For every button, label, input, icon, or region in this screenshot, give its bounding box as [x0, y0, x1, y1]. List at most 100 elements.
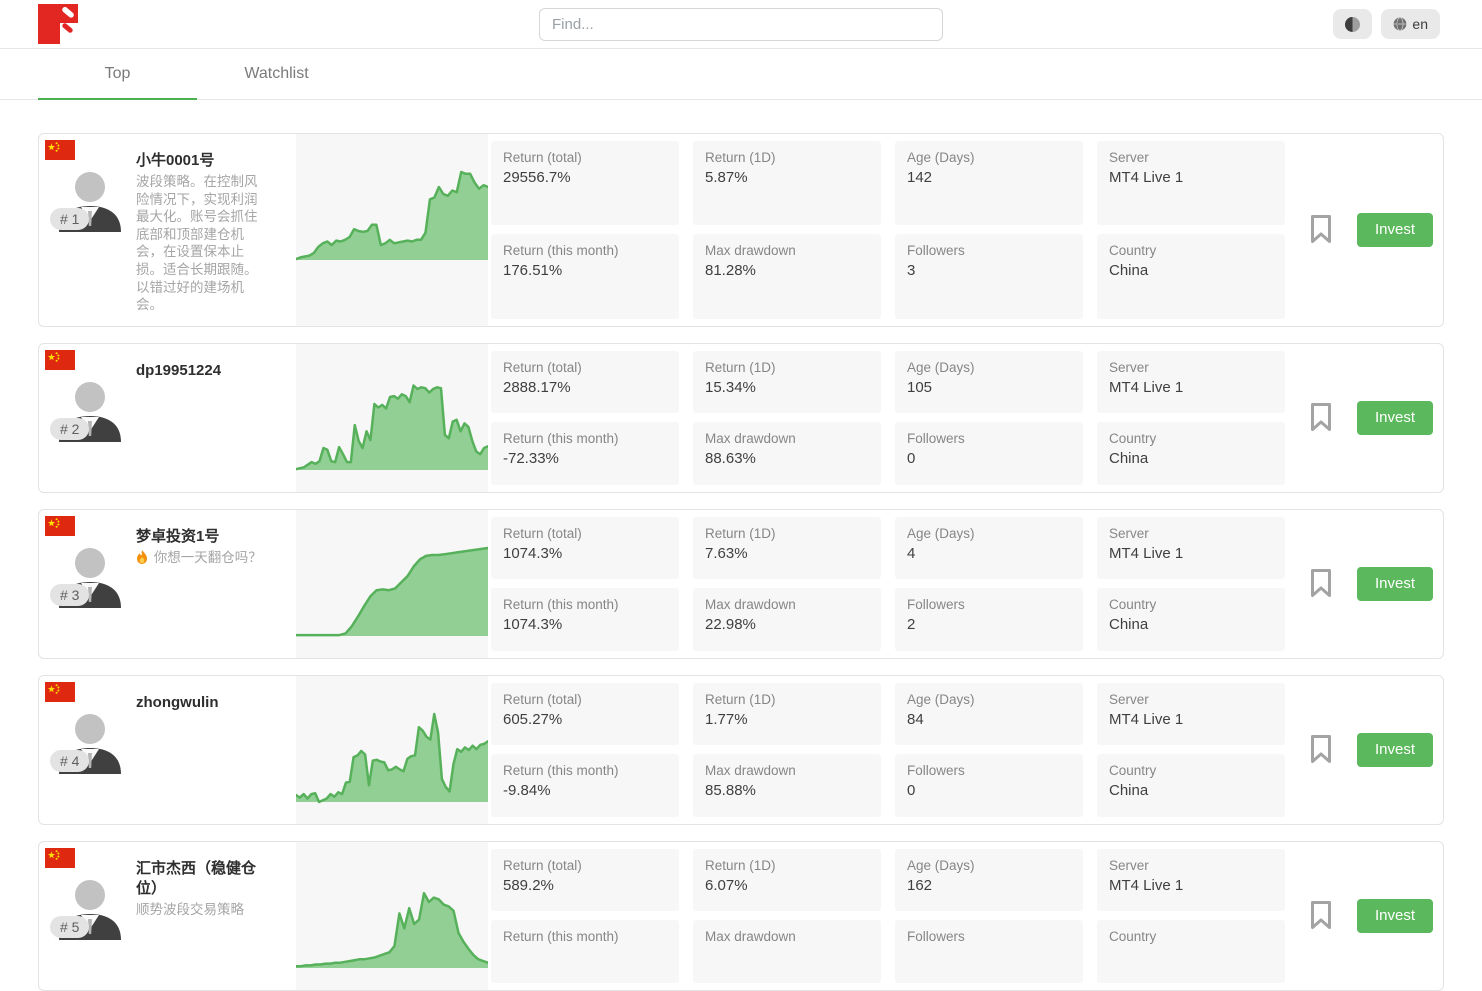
- trader-card: # 3 梦卓投资1号 你想一天翻仓吗？ Return (: [38, 509, 1444, 659]
- stat-server: Server MT4 Live 1: [1097, 849, 1285, 912]
- trader-stats: Return (total) 2888.17% Return (1D) 15.3…: [491, 351, 1285, 485]
- stat-return-1d: Return (1D) 7.63%: [693, 517, 881, 580]
- trader-actions: Invest: [1285, 134, 1443, 326]
- trader-actions: Invest: [1285, 510, 1443, 658]
- theme-toggle-button[interactable]: [1333, 9, 1372, 39]
- stat-return-total: Return (total) 589.2%: [491, 849, 679, 912]
- trader-description: 你想一天翻仓吗？: [136, 549, 262, 567]
- tab-bar: Top Watchlist: [0, 48, 1482, 100]
- stat-age-days: Age (Days) 84: [895, 683, 1083, 746]
- stat-followers: Followers 3: [895, 234, 1083, 318]
- stat-return-month: Return (this month): [491, 920, 679, 983]
- rank-badge: # 4: [50, 750, 89, 772]
- performance-chart: [296, 134, 488, 326]
- stat-return-month: Return (this month) -72.33%: [491, 422, 679, 485]
- trader-card: # 4 zhongwulin Return (total) 605.27%: [38, 675, 1444, 825]
- chart-area: [296, 548, 488, 636]
- invest-button[interactable]: Invest: [1357, 899, 1433, 933]
- stat-return-1d: Return (1D) 1.77%: [693, 683, 881, 746]
- stat-followers: Followers: [895, 920, 1083, 983]
- trader-stats: Return (total) 1074.3% Return (1D) 7.63%…: [491, 517, 1285, 651]
- trader-stats: Return (total) 29556.7% Return (1D) 5.87…: [491, 141, 1285, 319]
- performance-chart: [296, 842, 488, 990]
- stat-max-drawdown: Max drawdown 81.28%: [693, 234, 881, 318]
- chart-area: [296, 714, 488, 802]
- trader-stats: Return (total) 589.2% Return (1D) 6.07% …: [491, 849, 1285, 983]
- stat-followers: Followers 0: [895, 754, 1083, 817]
- stat-return-1d: Return (1D) 15.34%: [693, 351, 881, 414]
- trader-identity: # 2 dp19951224: [39, 344, 296, 492]
- stat-followers: Followers 0: [895, 422, 1083, 485]
- trader-actions: Invest: [1285, 344, 1443, 492]
- trader-name[interactable]: dp19951224: [136, 361, 221, 381]
- invest-button[interactable]: Invest: [1357, 213, 1433, 247]
- stat-return-month: Return (this month) 1074.3%: [491, 588, 679, 651]
- language-button[interactable]: en: [1381, 9, 1440, 39]
- rank-badge: # 3: [50, 584, 89, 606]
- trader-actions: Invest: [1285, 676, 1443, 824]
- trader-card: # 2 dp19951224 Return (total) 2888.17%: [38, 343, 1444, 493]
- trader-name[interactable]: zhongwulin: [136, 693, 218, 713]
- rank-badge: # 2: [50, 418, 89, 440]
- stat-return-total: Return (total) 605.27%: [491, 683, 679, 746]
- trader-description-text: 波段策略。在控制风险情况下，实现利润最大化。账号会抓住底部和顶部建仓机会，在设置…: [136, 174, 258, 312]
- trader-name[interactable]: 小牛0001号: [136, 151, 266, 171]
- stat-age-days: Age (Days) 4: [895, 517, 1083, 580]
- invest-button[interactable]: Invest: [1357, 567, 1433, 601]
- stat-country: Country China: [1097, 234, 1285, 318]
- stat-country: Country China: [1097, 588, 1285, 651]
- performance-chart: [296, 510, 488, 658]
- brand-logo[interactable]: [38, 4, 78, 44]
- trader-list: # 1 小牛0001号 波段策略。在控制风险情况下，实现利润最大化。账号会抓住底…: [38, 133, 1444, 991]
- stat-country: Country China: [1097, 422, 1285, 485]
- tab-watchlist[interactable]: Watchlist: [197, 49, 356, 99]
- tab-top[interactable]: Top: [38, 49, 197, 99]
- bookmark-icon[interactable]: [1310, 901, 1332, 930]
- trader-card: # 1 小牛0001号 波段策略。在控制风险情况下，实现利润最大化。账号会抓住底…: [38, 133, 1444, 327]
- trader-name[interactable]: 梦卓投资1号: [136, 527, 262, 547]
- stat-age-days: Age (Days) 105: [895, 351, 1083, 414]
- bookmark-icon[interactable]: [1310, 215, 1332, 244]
- trader-actions: Invest: [1285, 842, 1443, 990]
- rank-badge: # 5: [50, 916, 89, 938]
- stat-country: Country: [1097, 920, 1285, 983]
- stat-return-month: Return (this month) 176.51%: [491, 234, 679, 318]
- bookmark-icon[interactable]: [1310, 735, 1332, 764]
- trader-stats: Return (total) 605.27% Return (1D) 1.77%…: [491, 683, 1285, 817]
- invest-button[interactable]: Invest: [1357, 733, 1433, 767]
- performance-chart: [296, 344, 488, 492]
- trader-name[interactable]: 汇市杰西（稳健仓位）: [136, 859, 266, 900]
- trader-identity: # 1 小牛0001号 波段策略。在控制风险情况下，实现利润最大化。账号会抓住底…: [39, 134, 296, 326]
- stat-return-1d: Return (1D) 6.07%: [693, 849, 881, 912]
- search-input[interactable]: [539, 8, 943, 41]
- contrast-icon: [1345, 17, 1360, 32]
- stat-server: Server MT4 Live 1: [1097, 141, 1285, 225]
- rank-badge: # 1: [50, 208, 89, 230]
- stat-max-drawdown: Max drawdown 85.88%: [693, 754, 881, 817]
- trader-identity: # 4 zhongwulin: [39, 676, 296, 824]
- stat-return-total: Return (total) 29556.7%: [491, 141, 679, 225]
- globe-icon: [1393, 17, 1407, 31]
- top-bar: en: [0, 0, 1482, 48]
- bookmark-icon[interactable]: [1310, 569, 1332, 598]
- stat-age-days: Age (Days) 162: [895, 849, 1083, 912]
- stat-return-month: Return (this month) -9.84%: [491, 754, 679, 817]
- fire-icon: [136, 550, 148, 564]
- stat-max-drawdown: Max drawdown 88.63%: [693, 422, 881, 485]
- stat-return-1d: Return (1D) 5.87%: [693, 141, 881, 225]
- bookmark-icon[interactable]: [1310, 403, 1332, 432]
- language-label: en: [1412, 16, 1428, 32]
- trader-description: 波段策略。在控制风险情况下，实现利润最大化。账号会抓住底部和顶部建仓机会，在设置…: [136, 173, 266, 313]
- stat-age-days: Age (Days) 142: [895, 141, 1083, 225]
- stat-server: Server MT4 Live 1: [1097, 683, 1285, 746]
- trader-identity: # 5 汇市杰西（稳健仓位） 顺势波段交易策略: [39, 842, 296, 990]
- stat-server: Server MT4 Live 1: [1097, 351, 1285, 414]
- trader-identity: # 3 梦卓投资1号 你想一天翻仓吗？: [39, 510, 296, 658]
- stat-return-total: Return (total) 2888.17%: [491, 351, 679, 414]
- stat-return-total: Return (total) 1074.3%: [491, 517, 679, 580]
- trader-description: 顺势波段交易策略: [136, 901, 266, 919]
- trader-card: # 5 汇市杰西（稳健仓位） 顺势波段交易策略 Return (total) 5…: [38, 841, 1444, 991]
- invest-button[interactable]: Invest: [1357, 401, 1433, 435]
- trader-description-text: 顺势波段交易策略: [136, 902, 244, 917]
- stat-followers: Followers 2: [895, 588, 1083, 651]
